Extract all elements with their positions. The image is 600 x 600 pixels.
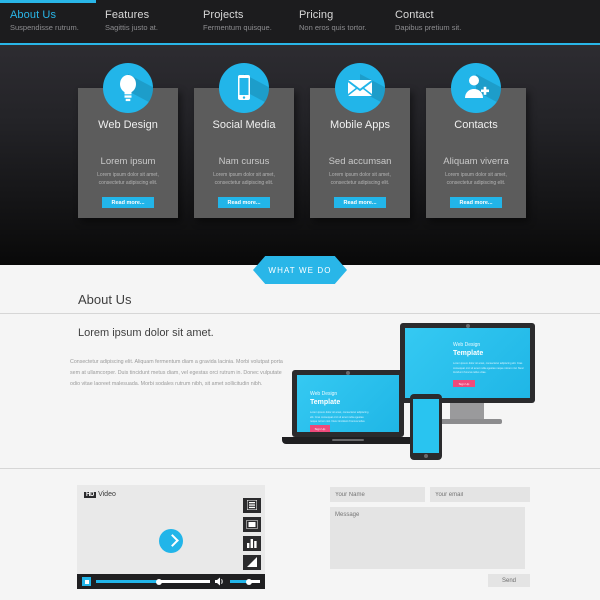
email-field[interactable] — [430, 487, 530, 502]
nav-item-subtitle: Fermentum quisque. — [203, 22, 272, 32]
card-title: Social Media — [212, 119, 276, 131]
nav-item-subtitle: Sagittis justo at. — [105, 22, 158, 32]
video-label-text: Video — [98, 491, 116, 498]
phone-screen — [413, 399, 439, 453]
play-chevron-icon[interactable] — [159, 529, 183, 553]
nav-item-subtitle: Non eros quis tortor. — [299, 22, 367, 32]
card-body-text: Lorem ipsum dolor sit amet, consectetur … — [97, 172, 159, 186]
phone-home-button-icon — [424, 454, 428, 458]
nav-item-subtitle: Suspendisse rutrum. — [10, 22, 79, 32]
read-more-button[interactable]: Read more... — [218, 197, 270, 208]
volume-slider[interactable] — [230, 578, 260, 585]
phone-device — [410, 394, 442, 460]
monitor-screen-pretitle: Web Design — [453, 342, 481, 348]
envelope-icon — [335, 63, 385, 113]
laptop-trackpad — [332, 439, 364, 441]
divider-bottom — [0, 468, 600, 469]
video-title: HD Video — [84, 491, 116, 498]
monitor-screen-text: Lorem ipsum dolor sit amet, consectetur … — [453, 362, 524, 375]
hd-badge: HD — [84, 492, 97, 498]
video-side-toolbar — [243, 498, 261, 574]
nav-item-title: Contact — [395, 9, 434, 21]
card-title: Mobile Apps — [330, 119, 390, 131]
service-card-social-media: Social Media Nam cursus Lorem ipsum dolor … — [194, 63, 294, 218]
card-subtitle: Lorem ipsum — [100, 156, 156, 167]
laptop-device: Web Design Template Lorem ipsum dolor si… — [292, 370, 404, 437]
monitor-screen: Web Design Template Lorem ipsum dolor si… — [405, 328, 530, 398]
contact-form: Send — [330, 487, 530, 591]
progress-handle[interactable] — [155, 578, 162, 585]
card-subtitle: Aliquam viverra — [443, 156, 509, 167]
message-field[interactable] — [330, 507, 525, 569]
nav-item-about-us[interactable]: About Us Suspendisse rutrum. — [10, 9, 79, 32]
nav-item-title: Features — [105, 9, 150, 21]
nav-item-projects[interactable]: Projects Fermentum quisque. — [203, 9, 272, 32]
laptop-screen-title: Template — [310, 399, 341, 406]
page-root: About Us Suspendisse rutrum. Features Sagit… — [0, 0, 600, 600]
video-controls — [77, 574, 265, 589]
smartphone-icon — [219, 63, 269, 113]
laptop-screen-pretitle: Web Design — [310, 391, 338, 397]
card-subtitle: Sed accumsan — [328, 156, 392, 167]
active-nav-indicator — [0, 0, 96, 3]
service-card-mobile-apps: Mobile Apps Sed accumsan Lorem ipsum dolor… — [310, 63, 410, 218]
nav-item-features[interactable]: Features Sagittis justo at. — [105, 9, 158, 32]
about-lead-text: Lorem ipsum dolor sit amet. — [78, 327, 214, 339]
nav-item-title: Pricing — [299, 9, 334, 21]
stop-button[interactable] — [82, 577, 91, 586]
progress-fill — [96, 580, 159, 583]
hero-section: Web Design Lorem ipsum Lorem ipsum dolor s… — [0, 45, 600, 265]
device-mockup-illustration: Web Design Template Lorem ipsum dolor si… — [282, 317, 540, 467]
about-body-text: Consectetur adipiscing elit. Aliquam fer… — [70, 359, 283, 387]
card-body-text: Lorem ipsum dolor sit amet, consectetur … — [213, 172, 275, 186]
read-more-button[interactable]: Read more... — [102, 197, 154, 208]
read-more-button[interactable]: Read more... — [334, 197, 386, 208]
monitor-stand-neck — [450, 403, 484, 419]
nav-item-contact[interactable]: Contact Dapibus pretium sit. — [395, 9, 461, 32]
service-card-web-design: Web Design Lorem ipsum Lorem ipsum dolor s… — [78, 63, 178, 218]
card-title: Contacts — [454, 119, 498, 131]
what-we-do-banner[interactable]: WHAT WE DO — [253, 256, 347, 284]
screen-icon[interactable] — [243, 517, 261, 532]
nav-item-title: About Us — [10, 9, 57, 21]
about-section: About Us Lorem ipsum dolor sit amet. Con… — [0, 265, 600, 600]
top-navigation: About Us Suspendisse rutrum. Features Sagit… — [0, 0, 600, 45]
nav-item-list: About Us Suspendisse rutrum. Features Sagit… — [0, 9, 600, 39]
nav-item-title: Projects — [203, 9, 244, 21]
monitor-device: Web Design Template Lorem ipsum dolor si… — [400, 323, 535, 403]
card-title: Web Design — [98, 119, 158, 131]
name-field[interactable] — [330, 487, 425, 502]
what-we-do-label: WHAT WE DO — [268, 265, 332, 275]
nav-item-pricing[interactable]: Pricing Non eros quis tortor. — [299, 9, 367, 32]
read-more-button[interactable]: Read more... — [450, 197, 502, 208]
service-card-contacts: Contacts Aliquam viverra Lorem ipsum dolor… — [426, 63, 526, 218]
monitor-stand-base — [432, 419, 502, 424]
volume-handle[interactable] — [245, 578, 252, 585]
playlist-icon[interactable] — [243, 498, 261, 513]
card-body-text: Lorem ipsum dolor sit amet, consectetur … — [445, 172, 507, 186]
video-player: HD Video — [77, 485, 265, 589]
card-subtitle: Nam cursus — [218, 156, 270, 167]
card-body-text: Lorem ipsum dolor sit amet, consectetur … — [329, 172, 391, 186]
nav-item-subtitle: Dapibus pretium sit. — [395, 22, 462, 32]
page-title: About Us — [78, 292, 132, 307]
signal-icon[interactable] — [243, 555, 261, 570]
add-contact-icon — [451, 63, 501, 113]
progress-scrubber[interactable] — [96, 578, 210, 585]
laptop-signup-button[interactable]: Sign Up — [310, 425, 330, 432]
service-card-list: Web Design Lorem ipsum Lorem ipsum dolor s… — [0, 45, 600, 265]
divider-top — [0, 313, 600, 314]
laptop-screen: Web Design Template Lorem ipsum dolor si… — [297, 375, 399, 432]
lightbulb-icon — [103, 63, 153, 113]
speaker-icon[interactable] — [215, 577, 225, 586]
quality-icon[interactable] — [243, 536, 261, 551]
monitor-signup-button[interactable]: Sign Up — [453, 380, 475, 387]
send-button[interactable]: Send — [488, 574, 530, 587]
monitor-screen-title: Template — [453, 350, 484, 357]
